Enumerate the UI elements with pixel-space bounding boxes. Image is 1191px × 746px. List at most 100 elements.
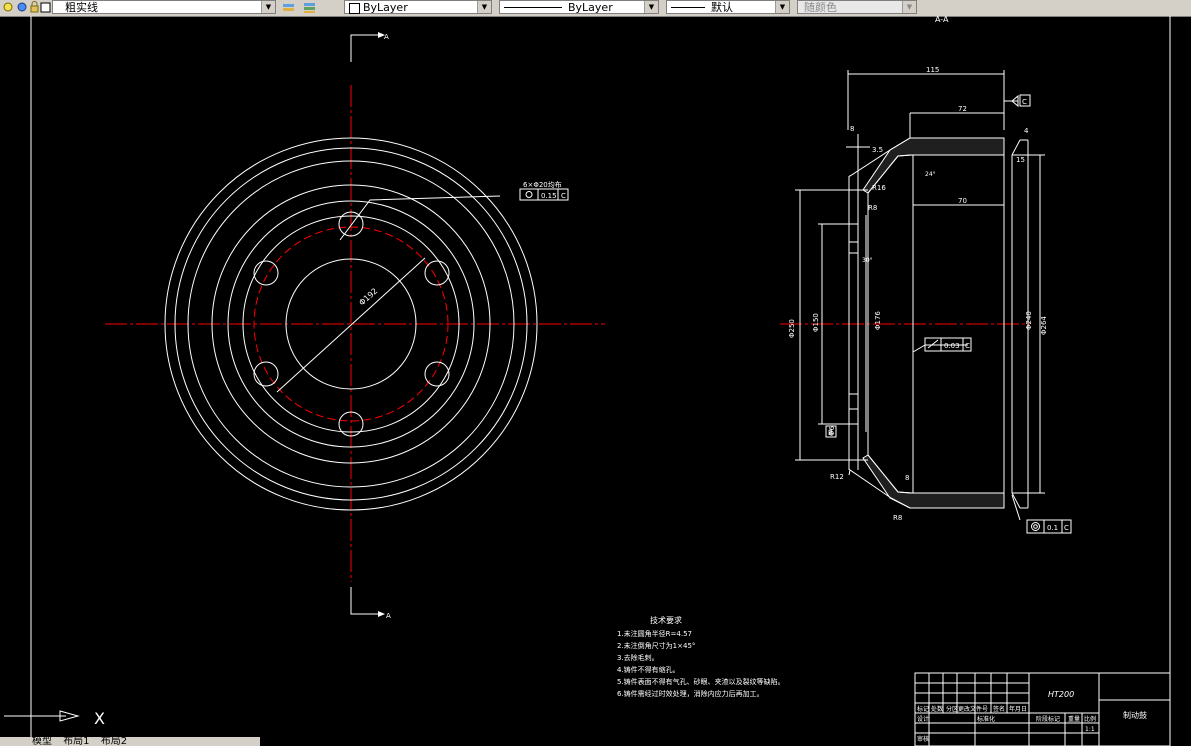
- top-right-note: A-A: [935, 16, 949, 24]
- dim-8b: 8: [905, 474, 909, 482]
- tb-label: 年月日: [1009, 705, 1027, 713]
- tb-label: 分区: [946, 705, 958, 713]
- dim-r8b: R8: [893, 514, 902, 522]
- position-tolerance-frame: 0.15 C: [519, 188, 569, 201]
- dim-phi150: Φ150: [812, 313, 820, 332]
- color-swatch-icon: [349, 3, 360, 14]
- plotstyle-dropdown[interactable]: 随颜色 ▼: [797, 0, 917, 14]
- dim-72: 72: [958, 105, 967, 113]
- section-line-bottom: [350, 587, 378, 615]
- dim-angle: 24°: [925, 171, 936, 178]
- dim-phi250: Φ250: [788, 319, 796, 338]
- dim-phi176: Φ176: [874, 311, 882, 330]
- layer-color-swatch-icon: [39, 1, 52, 14]
- dim-phi240: Φ240: [1025, 311, 1033, 330]
- hole-tolerance: 0.15: [541, 192, 557, 200]
- tab-model[interactable]: 模型: [32, 737, 52, 746]
- concentricity-datum: C: [1064, 524, 1069, 532]
- tb-label: 阶段标记: [1036, 715, 1060, 723]
- chevron-down-icon[interactable]: ▼: [477, 1, 491, 13]
- bolt-hole: [253, 361, 279, 387]
- layer-state-icon[interactable]: [2, 1, 15, 14]
- lineweight-value: 默认: [711, 1, 733, 14]
- bolt-hole: [253, 260, 279, 286]
- datum-c-label: C: [1022, 98, 1027, 106]
- linetype-dropdown[interactable]: ByLayer ▼: [499, 0, 659, 14]
- diameter-192-label: Φ192: [357, 286, 379, 307]
- layout-tabs: 模型 布局1 布局2: [0, 737, 260, 746]
- datum-b-label: B: [828, 429, 833, 437]
- dim-r16: R16: [872, 184, 886, 192]
- lineweight-preview: [671, 7, 705, 8]
- title-block-text: 标记 处数 分区 更改文件号 签名 年月日 设计 标准化 阶段标记 重量 比例 …: [917, 690, 1147, 743]
- ucs-x-label: X: [94, 709, 105, 728]
- section-line-top: [350, 34, 378, 62]
- bolt-hole: [424, 260, 450, 286]
- tb-label: 处数: [931, 705, 943, 713]
- tech-note: 4.铸件不得有缩孔。: [617, 665, 680, 674]
- section-dimensions: 115 72 70 3.5 8 4 15 R16 24° 30° R8 R12 …: [788, 66, 1048, 522]
- runout-tolerance-frame: 0.03 C: [924, 337, 972, 352]
- hole-callout-leader: [339, 195, 501, 241]
- bolt-hole: [424, 361, 450, 387]
- front-view: A A Φ192 6×Φ20均布 0.15 C: [105, 32, 605, 620]
- dim-phi264: Φ264: [1040, 316, 1048, 335]
- hole-note: 6×Φ20均布: [523, 180, 562, 189]
- chevron-down-icon[interactable]: ▼: [261, 1, 275, 13]
- tb-label: 签名: [993, 705, 1005, 713]
- dim-15: 15: [1016, 156, 1025, 164]
- runout-symbol-icon: [927, 339, 939, 349]
- dim-r12: R12: [830, 473, 844, 481]
- concentricity-tolerance: 0.1: [1047, 524, 1058, 532]
- linetype-value: ByLayer: [568, 1, 613, 14]
- linetype-preview: [504, 7, 562, 8]
- tb-label: 重量: [1068, 715, 1080, 723]
- dim-r8: R8: [868, 204, 877, 212]
- make-object-layer-current-icon[interactable]: [282, 1, 295, 14]
- tech-note: 6.铸件需经过时效处理，消除内应力后再加工。: [617, 689, 764, 698]
- plotstyle-value: 随颜色: [804, 1, 837, 14]
- position-symbol-icon: [525, 191, 533, 198]
- dim-8: 8: [850, 125, 854, 133]
- layer-name: 粗实线: [65, 1, 98, 14]
- concentricity-frame: 0.1 C: [1026, 519, 1072, 534]
- arrow-icon: [378, 611, 385, 617]
- tab-layout2[interactable]: 布局2: [101, 737, 127, 746]
- tb-label: 标记: [917, 705, 929, 713]
- runout-tolerance: 0.03: [944, 342, 960, 350]
- tech-note: 3.去除毛刺。: [617, 653, 659, 662]
- tab-layout1[interactable]: 布局1: [63, 737, 89, 746]
- dim-115: 115: [926, 66, 939, 74]
- tb-label: 更改文件号: [958, 705, 988, 713]
- scale-value: 1:1: [1085, 726, 1095, 733]
- drawing-canvas[interactable]: A-A A A Φ192 6×Φ20均布 0.15 C 115 72 70 3.…: [0, 16, 1191, 746]
- layer-dropdown[interactable]: 粗实线 ▼: [52, 0, 276, 14]
- ucs-icon: X: [4, 709, 105, 728]
- chevron-down-icon[interactable]: ▼: [644, 1, 658, 13]
- lineweight-dropdown[interactable]: 默认 ▼: [666, 0, 790, 14]
- layer-previous-icon[interactable]: [303, 1, 316, 14]
- tb-label: 比例: [1084, 715, 1096, 723]
- concentricity-symbol-icon: [1031, 522, 1040, 531]
- color-dropdown[interactable]: ByLayer ▼: [344, 0, 492, 14]
- chevron-down-icon[interactable]: ▼: [775, 1, 789, 13]
- tech-note: 5.铸件表面不得有气孔、砂眼、夹渣以及裂纹等缺陷。: [617, 677, 785, 686]
- technical-requirements: 技术要求 1.未注圆角半径R=4.57 2.未注倒角尺寸为1×45° 3.去除毛…: [617, 615, 785, 698]
- dim-angle-2: 30°: [862, 257, 873, 264]
- hole-datum: C: [561, 192, 566, 200]
- datum-c-symbol: C: [1004, 94, 1031, 108]
- section-label-top: A: [384, 33, 389, 41]
- dim-3-5: 3.5: [872, 146, 883, 154]
- properties-toolbar: 粗实线 ▼ ByLayer ▼ ByLayer ▼ 默认 ▼ 随颜色 ▼: [0, 0, 1191, 17]
- tech-title: 技术要求: [650, 615, 682, 625]
- dim-70: 70: [958, 197, 967, 205]
- tech-note: 1.未注圆角半径R=4.57: [617, 629, 692, 638]
- tb-label: 设计: [917, 715, 929, 723]
- dim-4: 4: [1024, 127, 1029, 135]
- part-name: 制动鼓: [1123, 710, 1147, 720]
- tb-label: 标准化: [977, 715, 995, 723]
- tb-label: 审核: [917, 735, 929, 743]
- runout-datum: C: [965, 342, 970, 350]
- chevron-down-icon[interactable]: ▼: [902, 1, 916, 13]
- section-view: [780, 70, 1045, 521]
